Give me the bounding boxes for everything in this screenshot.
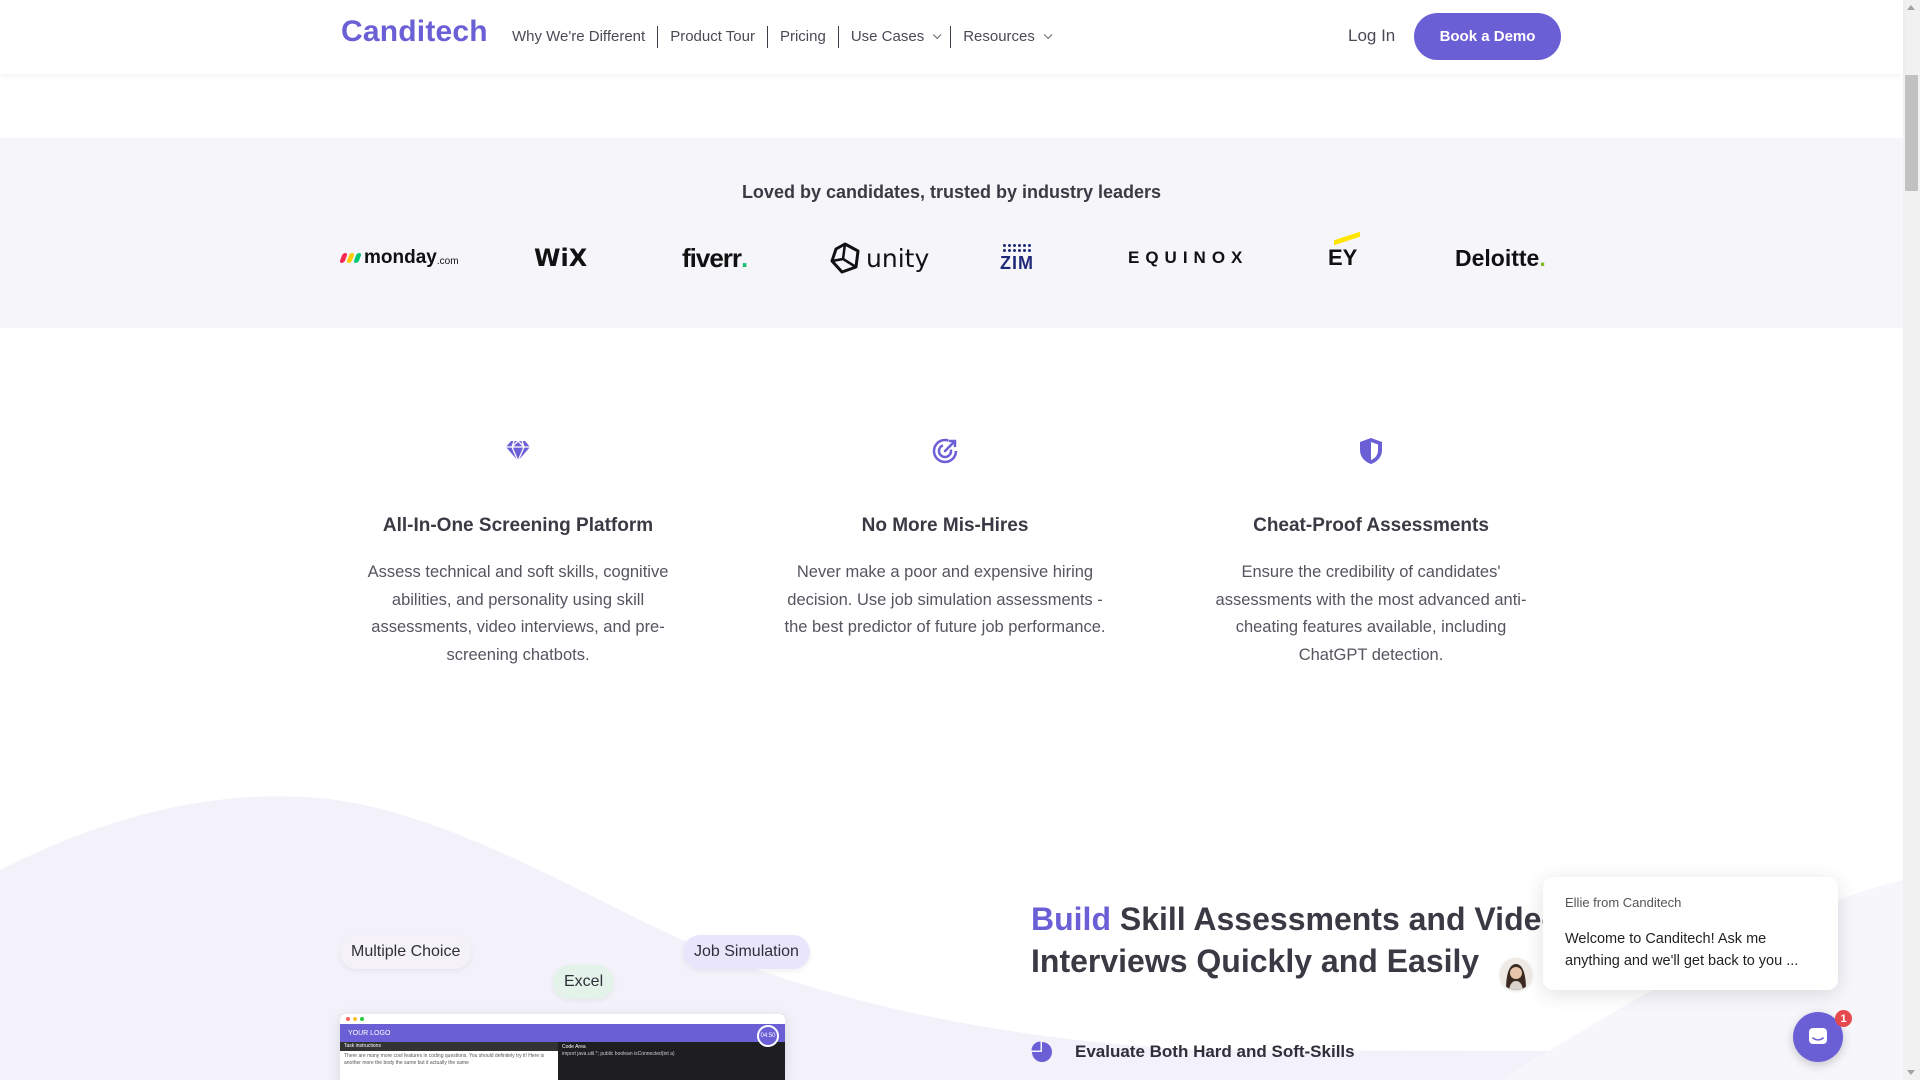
wix-logo: WiX — [534, 244, 588, 272]
nav-pricing[interactable]: Pricing — [768, 26, 839, 48]
zim-dots — [1003, 244, 1031, 252]
mock-code-text: import java.util.*; public boolean isCon… — [562, 1051, 675, 1057]
assessment-screenshot: YOUR LOGO 04:50 Task instructions There … — [340, 1014, 785, 1080]
fiverr-logo: fiverr. — [682, 238, 748, 278]
bullet-hard-soft-skills: Evaluate Both Hard and Soft-Skills — [1031, 1041, 1355, 1063]
feature-title: Cheat-Proof Assessments — [1253, 515, 1489, 536]
scroll-down-arrow-icon[interactable] — [1907, 1070, 1915, 1075]
chat-message-card[interactable]: Ellie from Canditech Welcome to Canditec… — [1543, 877, 1838, 990]
feature-icon-wrap — [1196, 433, 1546, 469]
clients-heading: Loved by candidates, trusted by industry… — [741, 182, 1162, 202]
mock-header: YOUR LOGO 04:50 — [340, 1024, 785, 1047]
heading-line1: Skill Assessments and Video — [1110, 901, 1551, 937]
canditech-logo[interactable]: Canditech — [341, 15, 488, 49]
chat-icon — [1809, 1028, 1827, 1044]
feature-title: All-In-One Screening Platform — [382, 515, 654, 536]
mock-code-title: Code Area — [562, 1044, 586, 1050]
heading-accent: Build — [1031, 901, 1111, 937]
fiverr-wordmark: fiverr — [682, 242, 742, 273]
monday-logo: monday .com — [339, 238, 459, 278]
zim-wordmark: ZIM — [1000, 253, 1034, 273]
fiverr-dot: . — [741, 242, 748, 273]
feature-body: Ensure the credibility of candidates' as… — [1215, 563, 1527, 664]
feature-title: No More Mis-Hires — [861, 515, 1029, 536]
equinox-logo: EQUINOX — [1128, 248, 1249, 267]
feature-all-in-one: All-In-One Screening Platform Assess tec… — [343, 433, 693, 669]
client-logos-section: Loved by candidates, trusted by industry… — [0, 138, 1903, 328]
chat-agent-avatar[interactable] — [1500, 958, 1532, 990]
feature-no-mis-hires: No More Mis-Hires Never make a poor and … — [770, 433, 1120, 642]
nav-resources[interactable]: Resources — [951, 26, 1061, 48]
login-link[interactable]: Log In — [1348, 26, 1395, 46]
scroll-up-arrow-icon[interactable] — [1907, 5, 1915, 10]
nav-label: Pricing — [779, 28, 826, 45]
nav-why-different[interactable]: Why We're Different — [500, 26, 659, 48]
mock-instructions: Task instructions There are many more co… — [340, 1042, 558, 1080]
mock-code-area: Code Area import java.util.*; public boo… — [558, 1042, 785, 1080]
chat-message: Welcome to Canditech! Ask me anything an… — [1565, 931, 1799, 969]
nav-product-tour[interactable]: Product Tour — [658, 26, 768, 48]
deloitte-logo: Deloitte. — [1455, 238, 1546, 278]
main-nav: Why We're Different Product Tour Pricing… — [500, 26, 1061, 48]
unity-wordmark: unity — [866, 243, 930, 273]
chat-sender: Ellie from Canditech — [1565, 895, 1682, 910]
feature-cheat-proof: Cheat-Proof Assessments Ensure the credi… — [1196, 433, 1546, 669]
feature-body: Assess technical and soft skills, cognit… — [367, 563, 669, 664]
unity-cube-icon — [830, 242, 860, 274]
feature-icon-wrap — [770, 433, 1120, 469]
showcase-heading: Build Skill Assessments and Video Interv… — [1031, 898, 1551, 982]
nav-label: Resources — [963, 28, 1035, 45]
nav-label: Use Cases — [850, 28, 925, 45]
monday-suffix: .com — [436, 255, 459, 267]
site-header: Canditech Why We're Different Product To… — [0, 0, 1903, 74]
ey-beam — [1334, 231, 1360, 246]
mock-panes: Task instructions There are many more co… — [340, 1042, 785, 1080]
feature-body: Never make a poor and expensive hiring d… — [784, 563, 1106, 636]
nav-use-cases[interactable]: Use Cases — [839, 26, 952, 48]
mock-timer: 04:50 — [757, 1025, 779, 1047]
scrollbar-thumb[interactable] — [1905, 75, 1918, 191]
ey-logo: EY — [1328, 231, 1360, 278]
mock-instructions-text: There are many more cool features in cod… — [344, 1053, 545, 1066]
zim-logo: ZIM — [1000, 238, 1034, 278]
tag-excel: Excel — [553, 965, 615, 999]
target-arrow-icon — [932, 438, 958, 464]
monday-mark — [339, 253, 362, 263]
bullet-label: Evaluate Both Hard and Soft-Skills — [1075, 1042, 1355, 1061]
heading-line2: Interviews Quickly and Easily — [1031, 943, 1480, 979]
chat-unread-badge: 1 — [1835, 1010, 1852, 1027]
chevron-down-icon — [933, 30, 942, 40]
tag-multiple-choice: Multiple Choice — [340, 935, 472, 969]
mock-instructions-title: Task instructions — [340, 1042, 558, 1051]
deloitte-dot: . — [1539, 244, 1546, 271]
mock-logo: YOUR LOGO — [348, 1029, 391, 1037]
client-logo-row: monday .com WiX fiverr. unity ZIM EQUINOX… — [0, 231, 1903, 278]
avatar-portrait — [1500, 958, 1532, 990]
tag-job-simulation: Job Simulation — [683, 935, 810, 969]
feature-icon-wrap — [343, 433, 693, 469]
book-demo-button[interactable]: Book a Demo — [1414, 13, 1561, 60]
nav-label: Product Tour — [670, 28, 755, 45]
chevron-down-icon — [1043, 30, 1053, 40]
shield-icon — [1360, 438, 1382, 464]
nav-label: Why We're Different — [512, 28, 646, 45]
unity-logo: unity — [828, 238, 929, 278]
diamond-icon — [506, 440, 530, 463]
ey-wordmark: EY — [1328, 245, 1358, 270]
deloitte-wordmark: Deloitte — [1455, 244, 1540, 271]
mock-window-bar — [340, 1014, 785, 1024]
pie-chart-icon — [1031, 1041, 1052, 1062]
monday-wordmark: monday — [364, 247, 437, 268]
